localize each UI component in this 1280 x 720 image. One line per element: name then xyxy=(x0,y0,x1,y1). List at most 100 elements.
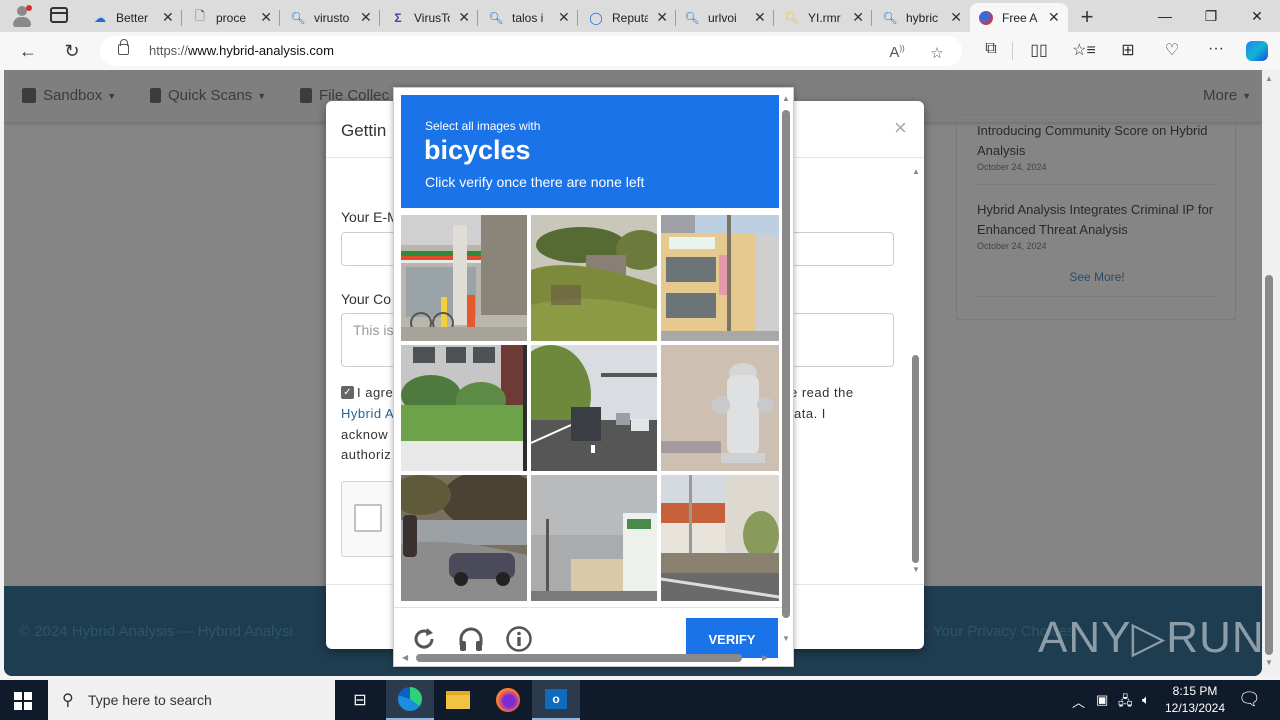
recaptcha-checkbox[interactable] xyxy=(354,504,382,532)
browser-tab[interactable]: 🔍︎ urlvoi ✕ xyxy=(676,3,774,32)
captcha-horizontal-scrollbar[interactable]: ◀ ▶ xyxy=(400,652,772,664)
browser-tab-strip: ☁ Better ✕ 🗋 proce ✕ 🔍︎ virusto ✕ Σ Viru… xyxy=(0,0,1280,32)
edge-icon[interactable] xyxy=(386,680,434,720)
nav-more[interactable]: More ▼ xyxy=(1203,87,1251,104)
agree-checkbox[interactable]: ✓ xyxy=(341,386,354,399)
nav-sandbox[interactable]: Sandbox ▼ xyxy=(22,87,116,104)
modal-close-button[interactable]: × xyxy=(894,115,907,141)
captcha-vertical-scrollbar[interactable]: ▲ ▼ xyxy=(780,94,792,646)
search-icon: 🔍︎ xyxy=(290,10,306,25)
file-explorer-icon[interactable] xyxy=(434,680,482,720)
extensions-icon[interactable]: ⧉ xyxy=(979,40,1003,58)
page-scrollbar[interactable]: ▲ ▼ xyxy=(1262,70,1280,676)
close-tab-icon[interactable]: ✕ xyxy=(950,9,962,26)
scroll-left-arrow-icon[interactable]: ◀ xyxy=(402,653,408,662)
show-hidden-icons-icon[interactable]: ︿ xyxy=(1072,692,1085,711)
captcha-tile[interactable] xyxy=(531,215,657,341)
audio-headphones-icon[interactable] xyxy=(457,625,485,653)
close-tab-icon[interactable]: ✕ xyxy=(1048,9,1060,26)
close-tab-icon[interactable]: ✕ xyxy=(162,9,174,26)
news-title[interactable]: Introducing Community Score on Hybrid An… xyxy=(977,121,1217,161)
browser-tab[interactable]: 🔍︎ talos i ✕ xyxy=(480,3,578,32)
see-more-link[interactable]: See More! xyxy=(957,270,1237,284)
anyrun-watermark: ANY▷RUN xyxy=(1038,613,1265,662)
scroll-right-arrow-icon[interactable]: ▶ xyxy=(762,653,768,662)
meet-now-icon[interactable]: ▣ xyxy=(1096,692,1108,708)
browser-tab[interactable]: 🗋 proce ✕ xyxy=(184,3,280,32)
close-tab-icon[interactable]: ✕ xyxy=(360,9,372,26)
scrollbar-thumb[interactable] xyxy=(416,654,742,662)
taskbar-search-input[interactable]: ⚲ Type here to search xyxy=(48,680,335,720)
url-text[interactable]: https://www.hybrid-analysis.com xyxy=(149,43,334,58)
scroll-down-arrow-icon[interactable]: ▼ xyxy=(1265,658,1273,667)
captcha-tile[interactable] xyxy=(531,475,657,601)
close-tab-icon[interactable]: ✕ xyxy=(852,9,864,26)
browser-tab[interactable]: 🔍︎ virusto ✕ xyxy=(282,3,380,32)
captcha-tile[interactable] xyxy=(661,345,779,471)
scrollbar-thumb[interactable] xyxy=(1265,275,1273,655)
captcha-tile[interactable] xyxy=(401,345,527,471)
task-view-icon[interactable]: ⊟ xyxy=(336,680,384,720)
copilot-icon[interactable] xyxy=(1246,41,1268,61)
reload-button[interactable]: ↻ xyxy=(58,38,86,64)
windows-start-icon[interactable] xyxy=(14,692,32,710)
browser-essentials-icon[interactable]: ♡ xyxy=(1160,40,1184,60)
captcha-tile[interactable] xyxy=(401,475,527,601)
captcha-challenge: Select all images with bicycles Click ve… xyxy=(393,87,794,667)
split-screen-icon[interactable]: ▯▯ xyxy=(1027,40,1051,60)
scroll-down-arrow-icon[interactable]: ▼ xyxy=(912,565,920,574)
lock-icon[interactable] xyxy=(118,39,129,55)
scroll-up-arrow-icon[interactable]: ▲ xyxy=(912,167,920,176)
browser-tab[interactable]: Σ VirusTo ✕ xyxy=(382,3,478,32)
browser-tab[interactable]: 🔍︎ YI.rmr ✕ xyxy=(776,3,872,32)
virustotal-icon: Σ xyxy=(394,10,402,25)
more-icon[interactable]: ··· xyxy=(1204,40,1228,58)
search-icon: 🔍︎ xyxy=(882,10,898,25)
restore-button[interactable]: ❐ xyxy=(1188,0,1234,32)
close-tab-icon[interactable]: ✕ xyxy=(558,9,570,26)
caret-down-icon: ▼ xyxy=(107,90,117,101)
browser-tab[interactable]: ◯ Reputa ✕ xyxy=(580,3,676,32)
captcha-tile[interactable] xyxy=(531,345,657,471)
nav-quick-scans[interactable]: Quick Scans ▼ xyxy=(150,87,266,104)
captcha-tile[interactable] xyxy=(401,215,527,341)
read-aloud-icon[interactable]: A)) xyxy=(886,44,908,61)
info-icon[interactable] xyxy=(505,625,533,653)
scroll-up-arrow-icon[interactable]: ▲ xyxy=(1265,74,1273,83)
new-tab-button[interactable]: + xyxy=(1075,4,1099,30)
collections-icon[interactable]: ⊞ xyxy=(1116,40,1140,60)
browser-tab-active[interactable]: Free A ✕ xyxy=(970,3,1068,32)
scroll-down-arrow-icon[interactable]: ▼ xyxy=(782,634,790,643)
scrollbar-thumb[interactable] xyxy=(782,110,790,618)
profile-avatar-icon[interactable] xyxy=(10,4,34,28)
scrollbar-thumb[interactable] xyxy=(912,355,919,563)
captcha-tile[interactable] xyxy=(661,215,779,341)
minimize-button[interactable]: — xyxy=(1142,0,1188,32)
favorites-icon[interactable]: ☆≡ xyxy=(1072,40,1096,60)
close-tab-icon[interactable]: ✕ xyxy=(754,9,766,26)
close-tab-icon[interactable]: ✕ xyxy=(260,9,272,26)
tab-actions-icon[interactable] xyxy=(50,7,68,23)
terms-link[interactable]: Hybrid A xyxy=(341,404,394,424)
back-button[interactable]: ← xyxy=(14,38,42,64)
captcha-tile[interactable] xyxy=(661,475,779,601)
firefox-icon[interactable] xyxy=(484,680,532,720)
reload-icon[interactable] xyxy=(410,625,438,653)
browser-tab[interactable]: 🔍︎ hybric ✕ xyxy=(874,3,970,32)
toolbar-divider xyxy=(1012,42,1013,60)
notifications-icon[interactable]: 🗨︎ xyxy=(1238,689,1261,710)
windows-taskbar: ⚲ Type here to search ⊟ o ︿ ▣ 🖧 🔈︎ 8:15 … xyxy=(0,680,1280,720)
close-tab-icon[interactable]: ✕ xyxy=(458,9,470,26)
modal-scrollbar[interactable]: ▲ ▼ xyxy=(910,163,922,577)
close-tab-icon[interactable]: ✕ xyxy=(656,9,668,26)
scroll-up-arrow-icon[interactable]: ▲ xyxy=(782,94,790,103)
close-window-button[interactable]: ✕ xyxy=(1234,0,1280,32)
outlook-icon[interactable]: o xyxy=(532,680,580,720)
volume-icon[interactable]: 🔈︎ xyxy=(1142,692,1150,708)
taskbar-clock[interactable]: 8:15 PM 12/13/2024 xyxy=(1160,683,1230,717)
network-icon[interactable]: 🖧 xyxy=(1118,692,1133,714)
address-bar[interactable]: https://www.hybrid-analysis.com A)) ☆ xyxy=(100,36,962,66)
news-title[interactable]: Hybrid Analysis Integrates Criminal IP f… xyxy=(977,200,1217,240)
favorite-star-icon[interactable]: ☆ xyxy=(926,44,948,62)
browser-tab[interactable]: ☁ Better ✕ xyxy=(84,3,182,32)
